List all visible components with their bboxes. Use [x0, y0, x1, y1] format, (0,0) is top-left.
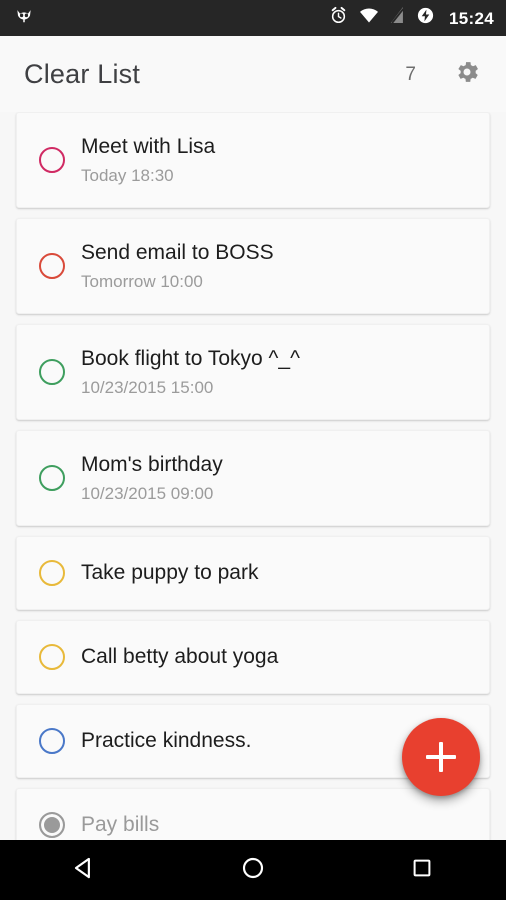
task-item-completed[interactable]: Pay bills — [16, 788, 490, 840]
task-checkbox-circle[interactable] — [39, 465, 65, 491]
wifi-icon — [359, 7, 379, 29]
plus-icon — [426, 742, 456, 772]
settings-button[interactable] — [450, 57, 484, 91]
cyanogenmod-cid-icon — [14, 6, 34, 31]
task-due-date: 10/23/2015 15:00 — [81, 378, 214, 398]
task-item[interactable]: Take puppy to park — [16, 536, 490, 610]
task-text-group: Pay bills — [81, 812, 473, 838]
nav-recents-button[interactable] — [386, 840, 458, 900]
page-title: Clear List — [24, 58, 141, 89]
app-header: Clear List 7 — [0, 36, 506, 112]
add-task-fab[interactable] — [402, 718, 480, 796]
charging-battery-icon — [416, 6, 435, 30]
task-checkbox-circle[interactable] — [39, 812, 65, 838]
task-item[interactable]: Meet with Lisa Today 18:30 — [16, 112, 490, 208]
task-text-group: Send email to BOSS Tomorrow 10:00 — [81, 240, 473, 293]
task-title: Pay bills — [81, 813, 160, 837]
status-bar-clock: 15:24 — [449, 8, 494, 28]
task-count-badge: 7 — [405, 63, 416, 85]
alarm-icon — [329, 6, 348, 30]
task-checkbox-circle[interactable] — [39, 359, 65, 385]
task-item[interactable]: Call betty about yoga — [16, 620, 490, 694]
task-text-group: Mom's birthday 10/23/2015 09:00 — [81, 452, 473, 505]
task-text-group: Book flight to Tokyo ^_^ 10/23/2015 15:0… — [81, 346, 473, 399]
task-text-group: Take puppy to park — [81, 560, 473, 586]
task-title: Call betty about yoga — [81, 645, 279, 669]
task-item[interactable]: Book flight to Tokyo ^_^ 10/23/2015 15:0… — [16, 324, 490, 420]
nav-home-button[interactable] — [217, 840, 289, 900]
task-title: Take puppy to park — [81, 561, 259, 585]
task-checkbox-circle[interactable] — [39, 728, 65, 754]
nav-back-button[interactable] — [48, 840, 120, 900]
gear-icon — [453, 58, 481, 91]
task-title: Book flight to Tokyo ^_^ — [81, 346, 300, 370]
status-bar-left — [14, 6, 34, 31]
task-due-date: 10/23/2015 09:00 — [81, 484, 214, 504]
task-checkbox-circle[interactable] — [39, 253, 65, 279]
task-title: Meet with Lisa — [81, 134, 216, 158]
task-title: Mom's birthday — [81, 452, 223, 476]
android-nav-bar — [0, 840, 506, 900]
back-triangle-icon — [71, 855, 97, 886]
task-item[interactable]: Mom's birthday 10/23/2015 09:00 — [16, 430, 490, 526]
phone-screen: 15:24 Clear List 7 Meet with Lisa Today … — [0, 0, 506, 900]
task-checkbox-circle[interactable] — [39, 147, 65, 173]
task-item[interactable]: Send email to BOSS Tomorrow 10:00 — [16, 218, 490, 314]
task-title: Send email to BOSS — [81, 240, 274, 264]
home-circle-icon — [240, 855, 266, 886]
status-bar-right: 15:24 — [329, 6, 494, 30]
task-checkbox-circle[interactable] — [39, 644, 65, 670]
task-due-date: Tomorrow 10:00 — [81, 272, 203, 292]
recents-square-icon — [410, 856, 434, 885]
status-bar: 15:24 — [0, 0, 506, 36]
task-checkbox-circle[interactable] — [39, 560, 65, 586]
task-due-date: Today 18:30 — [81, 166, 174, 186]
task-text-group: Meet with Lisa Today 18:30 — [81, 134, 473, 187]
task-text-group: Call betty about yoga — [81, 644, 473, 670]
signal-icon — [390, 7, 405, 29]
